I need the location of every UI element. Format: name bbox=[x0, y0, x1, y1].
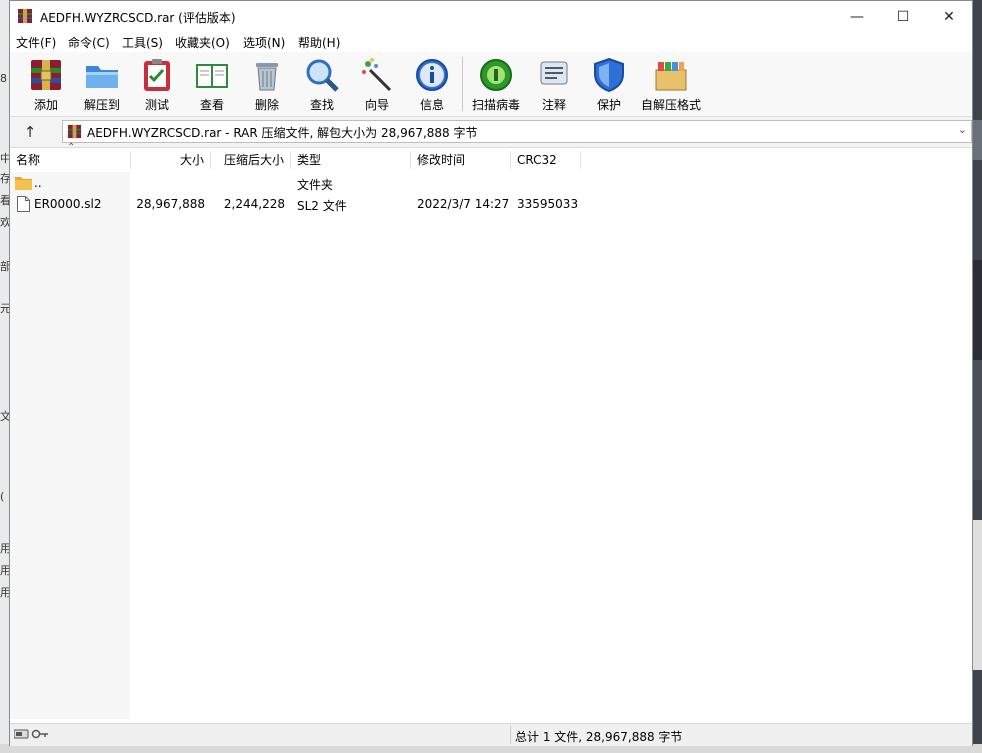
column-separator[interactable] bbox=[580, 151, 581, 169]
sfx-box-icon bbox=[655, 62, 687, 91]
column-header-modified[interactable]: 修改时间 bbox=[417, 148, 465, 172]
chevron-down-icon[interactable]: ⌄ bbox=[958, 123, 967, 136]
name-column-background bbox=[10, 172, 130, 719]
rar-file-icon bbox=[67, 124, 82, 139]
view-label: 查看 bbox=[199, 98, 224, 112]
extract-to-button[interactable]: 解压到 bbox=[74, 56, 130, 114]
sfx-button[interactable]: 自解压格式 bbox=[636, 56, 706, 114]
magnifier-icon bbox=[306, 59, 339, 92]
archive-path-box[interactable]: AEDFH.WYZRCSCD.rar - RAR 压缩文件, 解包大小为 28,… bbox=[62, 120, 972, 143]
file-modified: 2022/3/7 14:27 bbox=[417, 197, 510, 211]
toolbar: 添加 解压到 测试 查看 删除 查找 向导 信息 扫描病毒 注释 保护 自解压格… bbox=[10, 52, 972, 117]
table-row[interactable]: ER0000.sl2 28,967,888 2,244,228 SL2 文件 2… bbox=[10, 194, 972, 216]
menu-file[interactable]: 文件(F) bbox=[16, 34, 56, 51]
column-separator[interactable] bbox=[210, 151, 211, 169]
info-button[interactable]: 信息 bbox=[404, 56, 460, 114]
wizard-label: 向导 bbox=[364, 98, 389, 112]
folder-icon bbox=[15, 177, 32, 190]
menu-options[interactable]: 选项(N) bbox=[243, 34, 285, 51]
column-separator[interactable] bbox=[130, 151, 131, 169]
magic-wand-icon bbox=[362, 58, 392, 92]
address-bar: ↑ AEDFH.WYZRCSCD.rar - RAR 压缩文件, 解包大小为 2… bbox=[10, 117, 972, 148]
column-header-packed[interactable]: 压缩后大小 bbox=[224, 148, 284, 172]
status-bar: 总计 1 文件, 28,967,888 字节 bbox=[10, 723, 972, 746]
info-icon bbox=[416, 59, 448, 91]
add-archive-icon bbox=[31, 60, 61, 90]
delete-label: 删除 bbox=[254, 98, 279, 112]
find-button[interactable]: 查找 bbox=[294, 56, 350, 114]
desktop-left-edge: 8中存 看欢部 元文( 用用用 bbox=[0, 0, 11, 753]
window-title: AEDFH.WYZRCSCD.rar (评估版本) bbox=[40, 11, 236, 25]
delete-button[interactable]: 删除 bbox=[239, 56, 295, 114]
status-summary: 总计 1 文件, 28,967,888 字节 bbox=[515, 730, 683, 744]
title-bar: AEDFH.WYZRCSCD.rar (评估版本) — ☐ ✕ bbox=[10, 1, 972, 32]
add-label: 添加 bbox=[33, 98, 58, 112]
minimize-button[interactable]: — bbox=[834, 1, 880, 32]
add-button[interactable]: 添加 bbox=[18, 56, 74, 114]
test-label: 测试 bbox=[144, 98, 169, 112]
column-header-crc[interactable]: CRC32 bbox=[517, 148, 557, 172]
protect-button[interactable]: 保护 bbox=[581, 56, 637, 114]
column-separator[interactable] bbox=[290, 151, 291, 169]
extract-to-label: 解压到 bbox=[83, 98, 120, 112]
column-header-size[interactable]: 大小 bbox=[180, 148, 204, 172]
test-button[interactable]: 测试 bbox=[129, 56, 185, 114]
drive-key-icon[interactable] bbox=[13, 728, 50, 740]
archive-path-text: AEDFH.WYZRCSCD.rar - RAR 压缩文件, 解包大小为 28,… bbox=[87, 126, 478, 140]
file-crc: 33595033 bbox=[517, 197, 579, 211]
info-label: 信息 bbox=[419, 98, 444, 112]
column-separator[interactable] bbox=[410, 151, 411, 169]
file-list: 名称 ⌃ 大小 压缩后大小 类型 修改时间 CRC32 .. 文件夹 ER000… bbox=[10, 142, 972, 719]
document-icon bbox=[17, 196, 30, 212]
scan-virus-button[interactable]: 扫描病毒 bbox=[468, 56, 524, 114]
menu-favorites[interactable]: 收藏夹(O) bbox=[175, 34, 230, 51]
column-header-type[interactable]: 类型 bbox=[297, 148, 321, 172]
wizard-button[interactable]: 向导 bbox=[349, 56, 405, 114]
scan-virus-label: 扫描病毒 bbox=[471, 98, 520, 112]
extract-folder-icon bbox=[86, 66, 118, 88]
toolbar-separator bbox=[462, 57, 463, 111]
table-row[interactable]: .. 文件夹 bbox=[10, 173, 972, 195]
file-name: ER0000.sl2 bbox=[34, 197, 102, 211]
winrar-app-icon bbox=[18, 9, 32, 23]
comment-label: 注释 bbox=[541, 98, 566, 112]
column-separator[interactable] bbox=[510, 151, 511, 169]
trash-can-icon bbox=[256, 63, 278, 91]
file-type: SL2 文件 bbox=[297, 199, 347, 213]
comment-button[interactable]: 注释 bbox=[526, 56, 582, 114]
up-level-button[interactable]: ↑ bbox=[18, 121, 42, 143]
protect-label: 保护 bbox=[596, 98, 621, 112]
virus-scan-icon bbox=[480, 59, 512, 91]
file-size: 28,967,888 bbox=[136, 197, 205, 211]
shield-icon bbox=[594, 57, 624, 93]
close-button[interactable]: ✕ bbox=[926, 1, 972, 32]
status-separator bbox=[510, 726, 511, 744]
view-button[interactable]: 查看 bbox=[184, 56, 240, 114]
comment-icon bbox=[540, 61, 568, 85]
sort-ascending-icon: ⌃ bbox=[67, 142, 76, 153]
file-packed-size: 2,244,228 bbox=[223, 197, 285, 211]
menu-commands[interactable]: 命令(C) bbox=[68, 34, 110, 51]
file-type: 文件夹 bbox=[297, 178, 334, 192]
sfx-label: 自解压格式 bbox=[640, 98, 701, 112]
maximize-button[interactable]: ☐ bbox=[880, 1, 926, 32]
view-book-icon bbox=[196, 64, 228, 88]
column-header-name[interactable]: 名称 bbox=[16, 148, 40, 172]
find-label: 查找 bbox=[309, 98, 334, 112]
menu-bar: 文件(F) 命令(C) 工具(S) 收藏夹(O) 选项(N) 帮助(H) bbox=[10, 32, 972, 52]
menu-help[interactable]: 帮助(H) bbox=[298, 34, 340, 51]
file-name: .. bbox=[34, 176, 42, 190]
desktop-right-edge bbox=[973, 0, 982, 753]
winrar-window: AEDFH.WYZRCSCD.rar (评估版本) — ☐ ✕ 文件(F) 命令… bbox=[9, 0, 973, 746]
test-clipboard-icon bbox=[144, 59, 170, 91]
status-icons bbox=[13, 728, 50, 743]
menu-tools[interactable]: 工具(S) bbox=[122, 34, 163, 51]
